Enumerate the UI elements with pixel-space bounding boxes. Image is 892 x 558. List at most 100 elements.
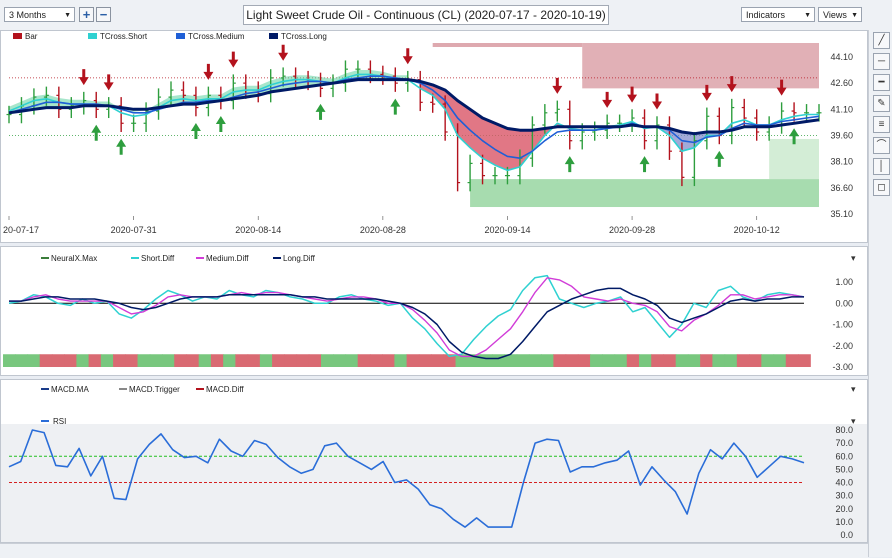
neural-strip-cell — [577, 354, 591, 367]
x-tick-label: 2020-08-28 — [360, 225, 406, 235]
fib-tool-icon[interactable]: ≡ — [873, 116, 890, 133]
sell-arrow-icon — [627, 86, 638, 103]
neural-strip-cell — [712, 354, 726, 367]
legend-swatch — [13, 33, 22, 39]
hline-tool-icon[interactable]: ━ — [873, 74, 890, 91]
long-diff-line — [9, 287, 804, 360]
macd-rsi-chart: 80.0 70.0 60.0 50.0 40.0 30.0 20.0 10.0 0.0 MACD.… — [1, 384, 867, 542]
neural-strip-cell — [186, 354, 200, 367]
legend-label: Medium.Diff — [206, 254, 249, 263]
chevron-down-icon: ▼ — [804, 12, 811, 19]
y-tick-label: -1.00 — [832, 320, 853, 330]
neural-strip-cell — [223, 354, 236, 367]
legend-label: TCross.Short — [100, 32, 148, 41]
legend-label: Short.Diff — [141, 254, 175, 263]
neural-strip-cell — [39, 354, 53, 367]
neural-strip-cell — [296, 354, 310, 367]
buy-arrow-icon — [91, 124, 102, 141]
neural-strip-cell — [76, 354, 90, 367]
neural-strip-cell — [406, 354, 420, 367]
legend-label: MACD.Diff — [206, 385, 244, 394]
sell-arrow-icon — [228, 51, 239, 68]
y-tick-label: 20.0 — [835, 504, 853, 514]
neural-strip-cell — [3, 354, 16, 367]
neural-strip-cell — [798, 354, 811, 367]
tcross-short-line — [8, 73, 819, 172]
price-panel[interactable]: 44.10 42.60 41.10 39.60 38.10 36.60 35.10 20-07… — [0, 30, 868, 243]
legend-label: NeuralX.Max — [51, 254, 97, 263]
sell-arrow-icon — [278, 44, 289, 61]
neural-strip-cell — [333, 354, 347, 367]
legend-label: MACD.Trigger — [129, 385, 180, 394]
arc-tool-icon[interactable]: ⌒ — [873, 137, 890, 154]
neural-strip-cell — [541, 354, 554, 367]
neural-strip-cell — [687, 354, 701, 367]
neural-strip-cell — [149, 354, 163, 367]
short-diff-line — [8, 274, 805, 358]
y-tick-label: 80.0 — [835, 425, 853, 435]
neural-strip-cell — [516, 354, 530, 367]
collapse-panel-icon: ▾ — [851, 384, 856, 394]
legend-swatch — [88, 33, 97, 39]
neural-strip-cell — [357, 354, 371, 367]
neural-panel[interactable]: 1.00 0.00 -1.00 -2.00 -3.00 NeuralX.Max Short.… — [0, 246, 868, 376]
neural-strip-cell — [382, 354, 395, 367]
neural-strip-cell — [394, 354, 408, 367]
legend-label: Bar — [25, 32, 38, 41]
neural-strip-cell — [639, 354, 652, 367]
chevron-down-icon: ▼ — [64, 12, 71, 19]
neural-strip-cell — [602, 354, 616, 367]
horizontal-line-tool-icon[interactable]: ─ — [873, 53, 890, 70]
buy-arrow-icon — [315, 103, 326, 120]
neural-strip-cell — [431, 354, 444, 367]
y-tick-label: 38.10 — [830, 157, 853, 167]
x-tick-label: 2020-09-14 — [484, 225, 530, 235]
sell-arrow-icon — [203, 63, 214, 80]
period-select[interactable]: 3 Months ▼ — [4, 7, 75, 22]
buy-arrow-icon — [639, 156, 650, 173]
drawing-toolbar: ╱ ─ ━ ✎ ≡ ⌒ │ ◻ — [868, 30, 892, 557]
neural-strip-cell — [88, 354, 102, 367]
views-label: Views — [823, 10, 847, 20]
neural-strip-cell — [553, 354, 567, 367]
macd-rsi-panel[interactable]: 80.0 70.0 60.0 50.0 40.0 30.0 20.0 10.0 0.0 MACD.… — [0, 379, 868, 543]
neural-strip-cell — [663, 354, 677, 367]
legend-label: RSI — [53, 417, 66, 426]
buy-arrow-icon — [190, 123, 201, 140]
y-tick-label: 39.60 — [830, 130, 853, 140]
buy-arrow-icon — [215, 116, 226, 133]
neural-strip-cell — [749, 354, 762, 367]
bearish-fill — [420, 81, 570, 171]
neural-strip-cell — [724, 354, 738, 367]
legend-label: TCross.Medium — [188, 32, 245, 41]
legend-label: TCross.Long — [281, 32, 327, 41]
neural-strip-cell — [259, 354, 273, 367]
views-menu[interactable]: Views ▼ — [818, 7, 862, 22]
neural-strip-cell — [27, 354, 41, 367]
comment-tool-icon[interactable]: ◻ — [873, 179, 890, 196]
y-tick-label: 41.10 — [830, 104, 853, 114]
legend-swatch — [176, 33, 185, 39]
neural-strip-cell — [51, 354, 65, 367]
line-tool-icon[interactable]: ╱ — [873, 32, 890, 49]
neural-strip-cell — [284, 354, 298, 367]
neural-strip-cell — [210, 354, 224, 367]
neural-strip-cell — [614, 354, 628, 367]
neural-strip-cell — [785, 354, 799, 367]
pen-tool-icon[interactable]: ✎ — [873, 95, 890, 112]
neural-strip-cell — [418, 354, 432, 367]
sell-arrow-icon — [78, 69, 89, 86]
support-zone — [470, 179, 819, 208]
vline-tool-icon[interactable]: │ — [873, 158, 890, 175]
y-tick-label: 35.10 — [830, 209, 853, 219]
tcross-medium-line — [8, 75, 820, 159]
remove-button[interactable]: − — [96, 7, 111, 22]
support-zone-upper — [769, 138, 819, 180]
sell-arrow-icon — [652, 93, 662, 110]
resistance-band — [432, 43, 583, 47]
add-button[interactable]: + — [79, 7, 94, 22]
indicators-menu[interactable]: Indicators ▼ — [741, 7, 815, 22]
x-tick-label: 2020-09-28 — [609, 225, 655, 235]
neural-strip-cell — [162, 354, 175, 367]
toolbar: 3 Months ▼ + − Light Sweet Crude Oil - Co… — [0, 0, 892, 31]
